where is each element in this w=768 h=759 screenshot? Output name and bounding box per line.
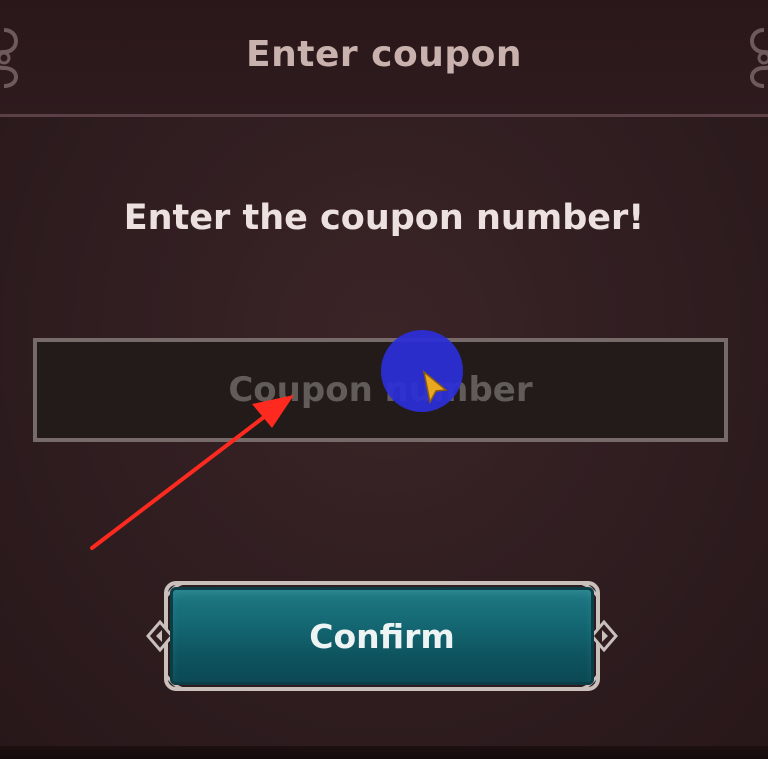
dialog-bottom-edge (0, 746, 768, 759)
coupon-dialog: Enter coupon Enter the coupon number! Co… (0, 0, 768, 759)
diamond-arrow-icon (146, 619, 174, 653)
dialog-header: Enter coupon (0, 0, 768, 116)
coupon-prompt: Enter the coupon number! (123, 198, 645, 238)
header-divider (0, 114, 768, 117)
dialog-title: Enter coupon (246, 34, 522, 75)
confirm-button[interactable]: Confirm (170, 587, 594, 685)
scroll-ornament-icon (750, 28, 768, 88)
coupon-number-input[interactable] (33, 338, 728, 442)
diamond-arrow-icon (590, 619, 618, 653)
confirm-button-frame: Confirm (146, 577, 618, 695)
